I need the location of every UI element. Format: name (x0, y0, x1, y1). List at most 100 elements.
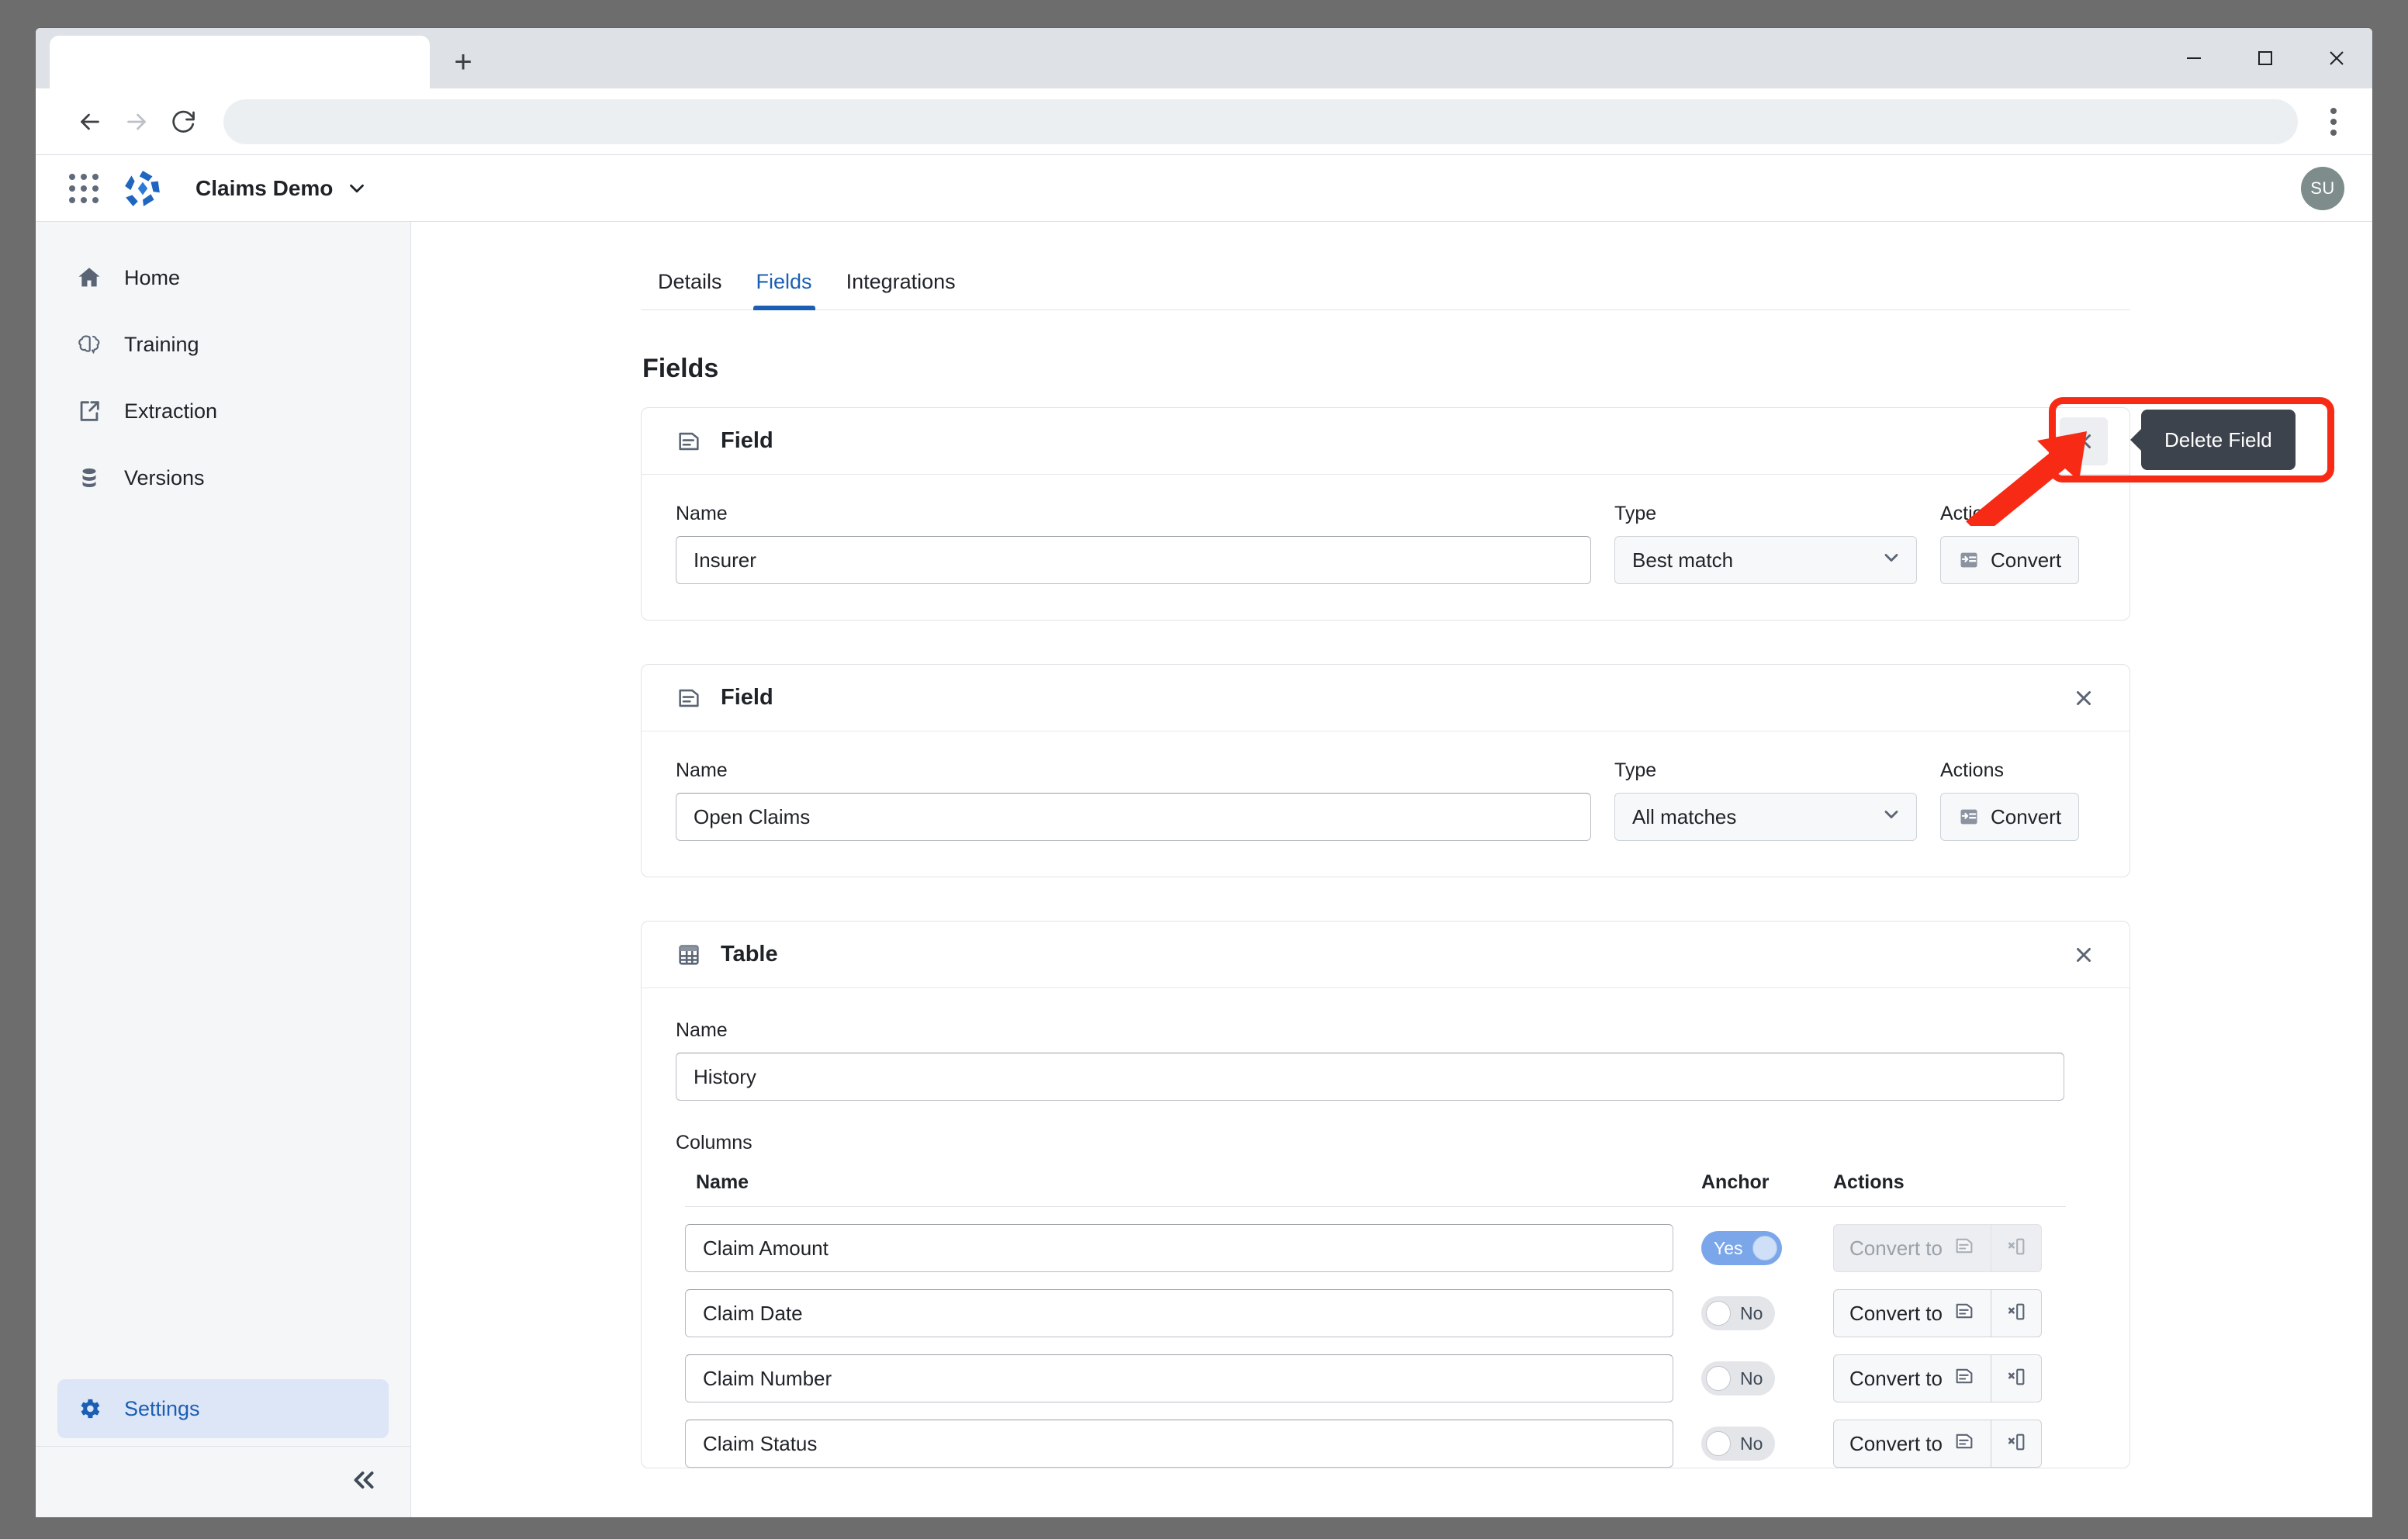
avatar[interactable]: SU (2301, 166, 2344, 210)
convert-to-label: Convert to (1849, 1301, 1943, 1325)
tab-fields[interactable]: Fields (739, 262, 829, 310)
toggle-knob (1706, 1431, 1731, 1456)
delete-column-button[interactable] (1990, 1420, 2042, 1468)
chevron-down-icon (1880, 547, 1902, 574)
column-header-actions: Actions (1833, 1171, 1905, 1193)
column-name-input[interactable]: Claim Status (685, 1420, 1673, 1468)
back-button[interactable] (67, 99, 113, 145)
field-actions-label: Actions (1940, 759, 2004, 781)
field-name-value: Open Claims (694, 804, 811, 828)
file-export-icon (74, 396, 104, 426)
convert-to-button[interactable]: Convert to (1833, 1289, 1991, 1337)
field-name-input[interactable]: Insurer (676, 536, 1591, 584)
sidebar-item-settings[interactable]: Settings (57, 1379, 389, 1438)
sidebar-item-versions[interactable]: Versions (57, 448, 389, 507)
delete-column-button[interactable] (1990, 1354, 2042, 1402)
field-type-select[interactable]: Best match (1614, 536, 1917, 584)
convert-to-button[interactable]: Convert to (1833, 1224, 1991, 1272)
convert-to-button[interactable]: Convert to (1833, 1420, 1991, 1468)
field-name-group: Name Open Claims (676, 759, 1591, 841)
column-name-input[interactable]: Claim Number (685, 1354, 1673, 1402)
page-title: Fields (642, 354, 719, 383)
field-type-select[interactable]: All matches (1614, 793, 1917, 841)
reload-button[interactable] (160, 99, 206, 145)
chevron-down-icon (350, 184, 365, 192)
convert-button[interactable]: Convert (1940, 536, 2080, 584)
sidebar-item-label: Training (124, 332, 199, 356)
field-type-value: Best match (1632, 548, 1734, 572)
new-tab-button[interactable]: + (436, 36, 490, 88)
column-actions-group: Convert to (1833, 1224, 2042, 1272)
column-anchor-cell: No (1701, 1427, 1833, 1461)
toggle-knob (1706, 1301, 1731, 1326)
delete-field-button[interactable] (2060, 417, 2108, 465)
minimize-button[interactable] (2158, 28, 2230, 88)
browser-window: + Claims Demo SU Home Training Extractio… (36, 28, 2372, 1517)
content-tab-bar: Details Fields Integrations (641, 262, 2130, 310)
delete-field-button[interactable] (2060, 674, 2108, 722)
field-type-group: Type All matches (1614, 759, 1917, 841)
anchor-toggle[interactable]: No (1701, 1361, 1776, 1395)
apps-grid-icon[interactable] (62, 167, 106, 210)
sidebar-item-label: Home (124, 265, 181, 289)
anchor-toggle-label: No (1740, 1368, 1763, 1389)
sidebar-item-home[interactable]: Home (57, 248, 389, 307)
column-name-input[interactable]: Claim Date (685, 1289, 1673, 1337)
column-anchor-cell: Yes (1701, 1231, 1833, 1265)
convert-to-button[interactable]: Convert to (1833, 1354, 1991, 1402)
table-row: Claim Status No Convert to (685, 1402, 2066, 1468)
field-card-title: Field (721, 685, 773, 710)
table-columns-label: Columns (676, 1132, 752, 1153)
field-name-label: Name (676, 503, 728, 524)
convert-button[interactable]: Convert (1940, 793, 2080, 841)
field-card-header: Field (642, 408, 2129, 475)
kebab-menu-icon-dot (2330, 129, 2337, 136)
browser-tab-strip: + (36, 28, 2372, 88)
workspace-name: Claims Demo (195, 175, 334, 200)
tab-integrations[interactable]: Integrations (829, 262, 973, 310)
forward-button[interactable] (113, 99, 160, 145)
table-card-body: Name History Columns Name Anchor Actions… (642, 988, 2129, 1468)
sidebar-item-extraction[interactable]: Extraction (57, 382, 389, 441)
anchor-toggle[interactable]: Yes (1701, 1231, 1782, 1265)
column-name-cell: Claim Status (685, 1420, 1701, 1468)
column-header-name: Name (696, 1171, 749, 1193)
close-window-button[interactable] (2301, 28, 2372, 88)
toggle-knob (1706, 1366, 1731, 1391)
tab-details[interactable]: Details (641, 262, 739, 310)
address-bar[interactable] (223, 99, 2298, 144)
column-actions-cell: Convert to (1833, 1289, 2066, 1337)
chevron-double-left-icon (354, 1471, 374, 1489)
browser-tab[interactable] (50, 36, 430, 88)
column-actions-cell: Convert to (1833, 1224, 2066, 1272)
field-name-group: Name Insurer (676, 503, 1591, 584)
anchor-toggle-label: No (1740, 1302, 1763, 1323)
workspace-switcher[interactable]: Claims Demo (195, 176, 368, 201)
field-name-input[interactable]: Open Claims (676, 793, 1591, 841)
maximize-button[interactable] (2230, 28, 2301, 88)
chevron-down-icon (1880, 804, 1902, 831)
sidebar-item-training[interactable]: Training (57, 315, 389, 374)
delete-column-button[interactable] (1990, 1224, 2042, 1272)
field-type-value: All matches (1632, 804, 1737, 828)
field-actions-group: Actions Convert (1940, 503, 2095, 584)
delete-field-tooltip: Delete Field (2141, 410, 2296, 470)
convert-to-label: Convert to (1849, 1431, 1943, 1455)
delete-column-icon (2005, 1431, 2027, 1457)
browser-menu-button[interactable] (2312, 99, 2355, 145)
table-name-input[interactable]: History (676, 1053, 2064, 1101)
column-header-anchor: Anchor (1701, 1171, 1770, 1193)
minimize-icon (2187, 57, 2201, 59)
column-name-input[interactable]: Claim Amount (685, 1224, 1673, 1272)
browser-nav-bar (36, 88, 2372, 155)
close-icon (2077, 690, 2091, 705)
collapse-sidebar-button[interactable] (350, 1466, 378, 1499)
anchor-toggle[interactable]: No (1701, 1296, 1776, 1330)
document-icon (1953, 1235, 1975, 1262)
field-actions-label: Actions (1940, 503, 2004, 524)
close-icon (2077, 434, 2091, 448)
delete-column-button[interactable] (1990, 1289, 2042, 1337)
table-card-header: Table (642, 922, 2129, 988)
delete-table-button[interactable] (2060, 931, 2108, 979)
anchor-toggle[interactable]: No (1701, 1427, 1776, 1461)
